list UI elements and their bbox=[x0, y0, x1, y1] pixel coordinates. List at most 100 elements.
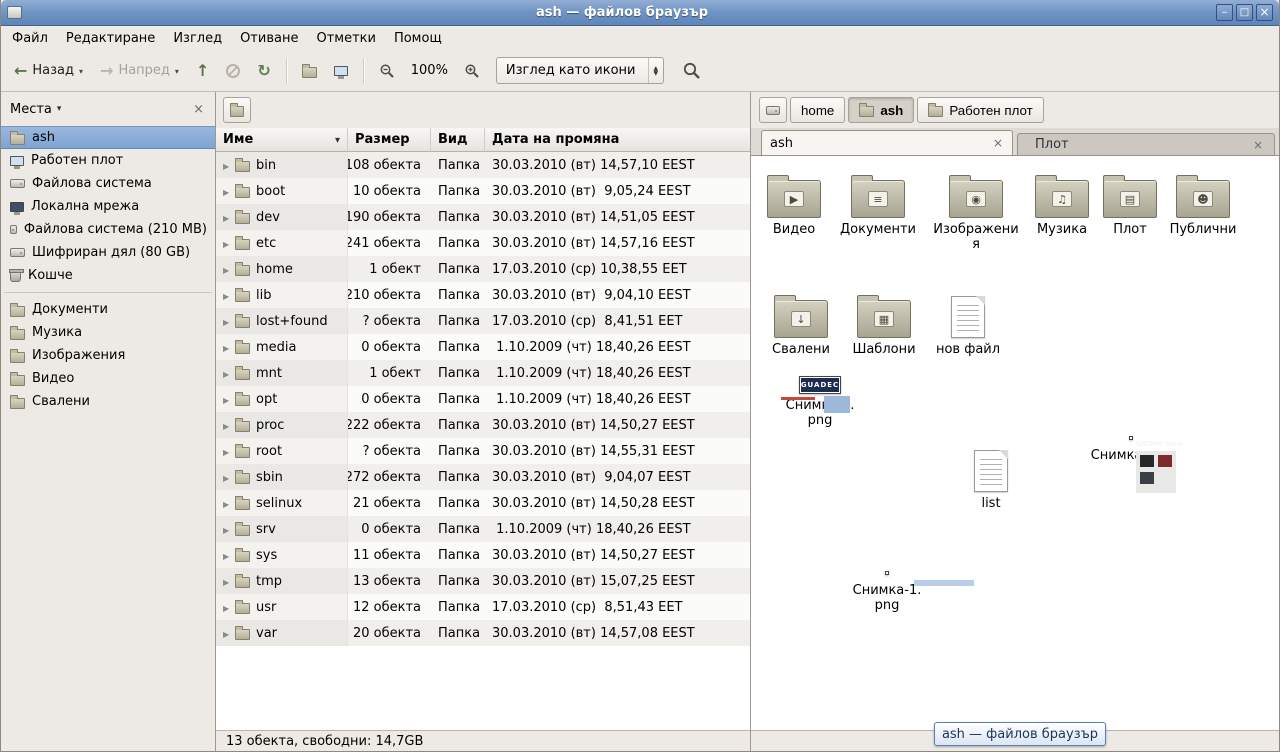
table-row[interactable]: mnt 1 обект Папка 1.10.2009 (чт) 18,40,2… bbox=[216, 360, 750, 386]
tab-close-icon[interactable]: × bbox=[990, 136, 1006, 150]
pathbar-home-button[interactable]: home bbox=[790, 97, 845, 123]
column-header-name[interactable]: Име bbox=[216, 128, 348, 152]
stop-button[interactable] bbox=[219, 56, 247, 86]
sidebar-item-downloads[interactable]: Свалени bbox=[1, 390, 215, 413]
table-row[interactable]: proc 222 обекта Папка 30.03.2010 (вт) 14… bbox=[216, 412, 750, 438]
table-row[interactable]: var 20 обекта Папка 30.03.2010 (вт) 14,5… bbox=[216, 620, 750, 646]
menu-item[interactable]: Отметки bbox=[307, 26, 384, 50]
expander-icon[interactable] bbox=[223, 496, 235, 511]
icon-item-documents[interactable]: ≡ Документи bbox=[835, 170, 921, 237]
icon-item-new-file[interactable]: нов файл bbox=[925, 290, 1011, 357]
table-row[interactable]: tmp 13 обекта Папка 30.03.2010 (вт) 15,0… bbox=[216, 568, 750, 594]
close-button[interactable] bbox=[1256, 4, 1273, 21]
table-row[interactable]: media 0 обекта Папка 1.10.2009 (чт) 18,4… bbox=[216, 334, 750, 360]
expander-icon[interactable] bbox=[223, 210, 235, 225]
expander-icon[interactable] bbox=[223, 262, 235, 277]
expander-icon[interactable] bbox=[223, 158, 235, 173]
search-button[interactable] bbox=[675, 56, 709, 86]
pathbar-ash-button[interactable]: ash bbox=[848, 97, 914, 123]
sidebar-item-trash[interactable]: Кошче bbox=[1, 264, 215, 287]
menu-item[interactable]: Изглед bbox=[164, 26, 231, 50]
sidebar-item-music[interactable]: Музика bbox=[1, 321, 215, 344]
table-row[interactable]: opt 0 обекта Папка 1.10.2009 (чт) 18,40,… bbox=[216, 386, 750, 412]
sidebar-item-pictures[interactable]: Изображения bbox=[1, 344, 215, 367]
table-row[interactable]: lost+found ? обекта Папка 17.03.2010 (ср… bbox=[216, 308, 750, 334]
table-row[interactable]: srv 0 обекта Папка 1.10.2009 (чт) 18,40,… bbox=[216, 516, 750, 542]
expander-icon[interactable] bbox=[223, 470, 235, 485]
table-row[interactable]: sbin 272 обекта Папка 30.03.2010 (вт) 9,… bbox=[216, 464, 750, 490]
tab-close-icon[interactable]: × bbox=[1250, 138, 1266, 152]
icon-item-templates[interactable]: ▦ Шаблони bbox=[841, 290, 927, 357]
expander-icon[interactable] bbox=[223, 340, 235, 355]
sidebar-item-filesystem[interactable]: Файлова система bbox=[1, 172, 215, 195]
sidebar-item-network[interactable]: Локална мрежа bbox=[1, 195, 215, 218]
pathbar-root-button[interactable] bbox=[223, 97, 251, 123]
table-row[interactable]: dev 190 обекта Папка 30.03.2010 (вт) 14,… bbox=[216, 204, 750, 230]
video-emblem-icon: ▶ bbox=[784, 191, 804, 207]
tab-ash[interactable]: ash × bbox=[761, 130, 1013, 155]
pathbar-desktop-button[interactable]: Работен плот bbox=[917, 97, 1043, 123]
computer-button[interactable] bbox=[327, 56, 355, 86]
back-history-caret-icon[interactable] bbox=[79, 63, 83, 78]
table-row[interactable]: sys 11 обекта Папка 30.03.2010 (вт) 14,5… bbox=[216, 542, 750, 568]
expander-icon[interactable] bbox=[223, 574, 235, 589]
expander-icon[interactable] bbox=[223, 626, 235, 641]
expander-icon[interactable] bbox=[223, 288, 235, 303]
table-row[interactable]: usr 12 обекта Папка 17.03.2010 (ср) 8,51… bbox=[216, 594, 750, 620]
column-header-size[interactable]: Размер bbox=[348, 128, 431, 152]
table-row[interactable]: home 1 обект Папка 17.03.2010 (ср) 10,38… bbox=[216, 256, 750, 282]
menu-item[interactable]: Отиване bbox=[231, 26, 307, 50]
titlebar[interactable]: ash — файлов браузър bbox=[1, 0, 1279, 26]
sidebar-item-documents[interactable]: Документи bbox=[1, 298, 215, 321]
menu-item[interactable]: Помощ bbox=[385, 26, 451, 50]
expander-icon[interactable] bbox=[223, 366, 235, 381]
thumbnail-snimka-2[interactable]: GUADEC Снимка-2.png bbox=[771, 376, 869, 428]
expander-icon[interactable] bbox=[223, 548, 235, 563]
pathbar-drive-button[interactable] bbox=[759, 97, 787, 123]
minimize-button[interactable] bbox=[1216, 4, 1233, 21]
icon-item-public[interactable]: ☻ Публични bbox=[1160, 170, 1246, 237]
reload-button[interactable]: ↻ bbox=[250, 56, 277, 86]
sidebar-item-ash[interactable]: ash bbox=[1, 126, 215, 149]
table-row[interactable]: bin 108 обекта Папка 30.03.2010 (вт) 14,… bbox=[216, 152, 750, 178]
tab-desktop[interactable]: Плот × bbox=[1017, 133, 1275, 155]
icon-item-list-file[interactable]: list bbox=[948, 444, 1034, 511]
menu-item[interactable]: Редактиране bbox=[57, 26, 164, 50]
table-row[interactable]: selinux 21 обекта Папка 30.03.2010 (вт) … bbox=[216, 490, 750, 516]
sidebar-item-desktop[interactable]: Работен плот bbox=[1, 149, 215, 172]
view-mode-selector[interactable]: Изглед като икони ▲▼ bbox=[496, 57, 664, 84]
expander-icon[interactable] bbox=[223, 236, 235, 251]
thumbnail-snimka[interactable]: GNOME Store Снимка.png bbox=[1081, 429, 1181, 463]
sidebar-close-icon[interactable]: × bbox=[191, 102, 206, 117]
icon-item-video[interactable]: ▶ Видео bbox=[751, 170, 837, 237]
sidebar-item-encrypted-volume[interactable]: Шифриран дял (80 GB) bbox=[1, 241, 215, 264]
back-button[interactable]: ← Назад bbox=[7, 56, 90, 86]
table-row[interactable]: etc 241 обекта Папка 30.03.2010 (вт) 14,… bbox=[216, 230, 750, 256]
column-header-type[interactable]: Вид bbox=[431, 128, 485, 152]
expander-icon[interactable] bbox=[223, 418, 235, 433]
sidebar-item-filesystem-210mb[interactable]: Файлова система (210 MB) bbox=[1, 218, 215, 241]
table-row[interactable]: boot 10 обекта Папка 30.03.2010 (вт) 9,0… bbox=[216, 178, 750, 204]
icon-item-downloads[interactable]: ↓ Свалени bbox=[758, 290, 844, 357]
zoom-in-button[interactable] bbox=[457, 56, 487, 86]
expander-icon[interactable] bbox=[223, 184, 235, 199]
expander-icon[interactable] bbox=[223, 522, 235, 537]
thumbnail-snimka-1[interactable]: Снимка-1.png bbox=[837, 564, 937, 613]
column-header-date[interactable]: Дата на промяна bbox=[485, 128, 750, 152]
expander-icon[interactable] bbox=[223, 392, 235, 407]
zoom-out-button[interactable] bbox=[372, 56, 402, 86]
taskbar-window-button[interactable]: ash — файлов браузър bbox=[934, 722, 1106, 746]
sidebar-item-videos[interactable]: Видео bbox=[1, 367, 215, 390]
places-selector[interactable]: Места ▾ × bbox=[1, 92, 215, 126]
icon-item-pictures[interactable]: ◉ Изображения bbox=[933, 170, 1019, 252]
up-button[interactable]: ↑ bbox=[189, 56, 216, 86]
maximize-button[interactable] bbox=[1236, 4, 1253, 21]
table-row[interactable]: root ? обекта Папка 30.03.2010 (вт) 14,5… bbox=[216, 438, 750, 464]
home-button[interactable] bbox=[295, 56, 324, 86]
expander-icon[interactable] bbox=[223, 600, 235, 615]
forward-button[interactable]: → Напред bbox=[93, 56, 186, 86]
expander-icon[interactable] bbox=[223, 444, 235, 459]
menu-item[interactable]: Файл bbox=[3, 26, 57, 50]
table-row[interactable]: lib 210 обекта Папка 30.03.2010 (вт) 9,0… bbox=[216, 282, 750, 308]
expander-icon[interactable] bbox=[223, 314, 235, 329]
